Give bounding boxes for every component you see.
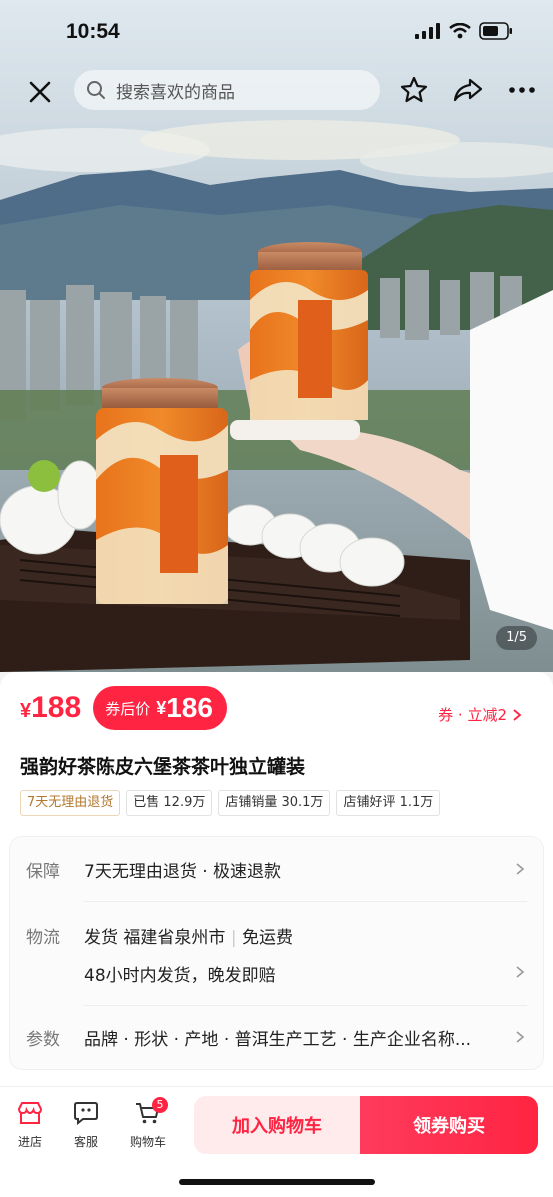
add-to-cart-button[interactable]: 加入购物车	[194, 1096, 360, 1154]
cart-label: 购物车	[129, 1135, 166, 1149]
chat-icon	[74, 1102, 98, 1126]
tag-list: 7天无理由退货 已售 12.9万 店铺销量 30.1万 店铺好评 1.1万	[20, 790, 441, 816]
chevron-right-icon	[516, 863, 525, 875]
status-bar: 10:54	[0, 0, 553, 62]
price-value: 188	[31, 691, 82, 724]
logistics-ship: 发货 福建省泉州市 | 免运费	[84, 923, 293, 948]
logistics-ship-label: 发货	[84, 928, 118, 948]
gallery-pager: 1/5	[496, 626, 537, 650]
share-icon	[453, 78, 483, 102]
logistics-note: 48小时内发货，晚发即赔	[84, 966, 276, 986]
tag-store-sales: 店铺销量 30.1万	[218, 790, 331, 816]
tag-store-rating: 店铺好评 1.1万	[336, 790, 441, 816]
search-icon	[87, 81, 105, 99]
guarantee-row[interactable]: 保障 7天无理由退货 · 极速退款	[10, 837, 543, 901]
params-key: 参数	[26, 1030, 60, 1050]
price-row: ¥188 券后价 ¥186	[20, 686, 227, 730]
star-icon	[400, 76, 428, 103]
search-input[interactable]: 搜索喜欢的商品	[74, 70, 380, 110]
home-indicator	[179, 1179, 375, 1185]
coupon-link[interactable]: 券 · 立减2	[438, 704, 523, 725]
after-coupon-currency: ¥	[156, 697, 167, 718]
logistics-origin: 福建省泉州市	[123, 928, 226, 948]
after-coupon-price: 券后价 ¥186	[93, 686, 227, 730]
more-icon	[509, 87, 535, 93]
close-button[interactable]	[22, 74, 58, 110]
after-coupon-label: 券后价	[105, 699, 151, 718]
logistics-row[interactable]: 物流 发货 福建省泉州市 | 免运费 48小时内发货，晚发即赔	[10, 901, 543, 1005]
logistics-fee: 免运费	[241, 928, 293, 948]
coupon-link-label: 券 · 立减2	[438, 706, 507, 724]
bottom-bar: 进店 客服 5 购物车 加入购物车 领券购买	[0, 1086, 553, 1197]
product-gallery[interactable]: 10:54 搜索喜欢的商品 1/5	[0, 0, 553, 672]
customer-service-label: 客服	[73, 1135, 98, 1149]
status-icons	[415, 22, 513, 40]
store-button[interactable]: 进店	[6, 1101, 54, 1150]
tag-return-policy: 7天无理由退货	[20, 790, 121, 816]
share-button[interactable]	[452, 74, 484, 106]
tag-sold: 已售 12.9万	[126, 790, 213, 816]
product-title: 强韵好茶陈皮六堡茶茶叶独立罐装	[20, 756, 306, 778]
params-value: 品牌 · 形状 · 产地 · 普洱生产工艺 · 生产企业名称...	[84, 1030, 472, 1050]
chevron-right-icon	[513, 708, 522, 721]
guarantee-key: 保障	[26, 862, 60, 882]
customer-service-button[interactable]: 客服	[62, 1101, 110, 1150]
close-icon	[29, 81, 51, 103]
more-button[interactable]	[506, 74, 538, 106]
cart-count-badge: 5	[152, 1097, 168, 1113]
params-row[interactable]: 参数 品牌 · 形状 · 产地 · 普洱生产工艺 · 生产企业名称...	[10, 1005, 543, 1069]
price: ¥188	[20, 691, 81, 725]
logistics-key: 物流	[26, 928, 60, 948]
nav-bar: 搜索喜欢的商品	[0, 62, 553, 118]
battery-icon	[479, 22, 512, 40]
guarantee-value: 7天无理由退货 · 极速退款	[84, 862, 282, 882]
cart-button[interactable]: 5 购物车	[124, 1097, 172, 1150]
buy-with-coupon-button[interactable]: 领券购买	[360, 1096, 538, 1154]
after-coupon-value: 186	[166, 692, 213, 723]
status-time: 10:54	[66, 20, 120, 43]
product-info: ¥188 券后价 ¥186 券 · 立减2 强韵好茶陈皮六堡茶茶叶独立罐装 7天…	[0, 672, 553, 1092]
service-card: 保障 7天无理由退货 · 极速退款 物流 发货 福建省泉州市 | 免运费 48小…	[10, 837, 543, 1069]
logistics-separator: |	[230, 928, 237, 948]
price-currency: ¥	[20, 700, 32, 722]
signal-icon	[415, 23, 440, 39]
store-icon	[17, 1102, 43, 1124]
wifi-icon	[449, 23, 471, 39]
search-placeholder: 搜索喜欢的商品	[116, 82, 235, 103]
favorite-button[interactable]	[398, 74, 430, 106]
chevron-right-icon	[516, 1031, 525, 1043]
store-label: 进店	[17, 1135, 42, 1149]
chevron-right-icon	[516, 966, 525, 978]
